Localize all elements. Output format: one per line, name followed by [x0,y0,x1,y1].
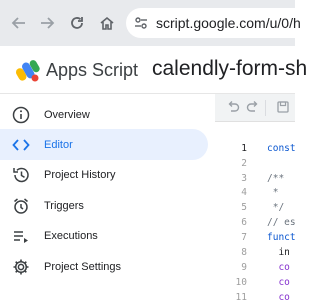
code-text[interactable]: */ [267,202,284,213]
code-line[interactable]: 1 const [215,143,295,158]
executions-icon [10,225,32,247]
code-line[interactable]: 6 // es [215,217,295,232]
code-line[interactable]: 4 * [215,187,295,202]
site-settings-icon[interactable] [126,16,156,30]
gear-icon [10,256,32,278]
code-editor[interactable]: 1 const 2 3 /** 4 * 5 */ 6 // es 7 funct… [215,122,296,305]
code-text[interactable]: co [267,277,289,288]
sidebar-item-label: Triggers [44,199,84,212]
code-line[interactable]: 8 in [215,247,295,262]
address-bar[interactable]: script.google.com/u/0/h [126,8,316,38]
line-number: 3 [241,173,247,184]
line-number: 9 [241,262,247,273]
sidebar-item-label: Project History [44,168,116,181]
browser-toolbar: script.google.com/u/0/h [0,0,316,46]
save-icon[interactable] [275,99,291,115]
code-line[interactable]: 9 co [215,262,295,277]
redo-icon[interactable] [245,99,261,115]
sidebar: Overview Editor Project History Triggers… [0,94,215,305]
sidebar-item-overview[interactable]: Overview [0,99,208,130]
project-title[interactable]: calendly-form-sh [152,57,307,81]
apps-script-logo-icon[interactable] [14,56,42,84]
sidebar-item-editor[interactable]: Editor [0,129,208,160]
sidebar-item-project-settings[interactable]: Project Settings [0,251,208,282]
sidebar-item-label: Project Settings [44,260,122,273]
code-line[interactable]: 5 */ [215,202,295,217]
code-text[interactable]: funct [267,232,296,243]
line-number: 10 [235,277,247,288]
code-line[interactable]: 2 [215,158,295,173]
code-text[interactable]: /** [267,173,284,184]
sidebar-item-project-history[interactable]: Project History [0,159,208,190]
code-text[interactable]: co [267,292,289,303]
line-number: 7 [241,232,247,243]
toolbar-divider [265,100,266,116]
code-text[interactable]: // es [267,217,296,228]
undo-icon[interactable] [225,99,241,115]
line-number: 8 [241,247,247,258]
reload-icon[interactable] [66,12,88,34]
editor-toolbar [215,94,295,122]
info-icon [10,104,32,126]
code-line[interactable]: 7 funct [215,232,295,247]
code-icon [10,134,32,156]
sidebar-item-triggers[interactable]: Triggers [0,190,208,221]
alarm-icon [10,195,32,217]
app-header: Apps Script calendly-form-sh [0,46,307,94]
code-line[interactable]: 10 co [215,277,295,292]
sidebar-item-label: Editor [44,138,73,151]
forward-arrow-icon[interactable] [36,12,58,34]
line-number: 11 [235,292,247,303]
app-name[interactable]: Apps Script [46,60,138,81]
line-number: 4 [241,187,247,198]
code-line[interactable]: 3 /** [215,173,295,188]
history-icon [10,164,32,186]
line-number: 2 [241,158,247,169]
back-arrow-icon[interactable] [8,12,30,34]
code-text[interactable]: in [267,247,289,258]
code-text[interactable]: co [267,262,289,273]
code-text[interactable]: const [267,143,296,154]
line-number: 5 [241,202,247,213]
code-text[interactable]: * [267,187,279,198]
sidebar-item-label: Overview [44,108,90,121]
sidebar-item-label: Executions [44,229,98,242]
url-text[interactable]: script.google.com/u/0/h [156,15,301,31]
line-number: 6 [241,217,247,228]
sidebar-item-executions[interactable]: Executions [0,220,208,251]
line-number: 1 [241,143,247,154]
home-icon[interactable] [96,12,118,34]
